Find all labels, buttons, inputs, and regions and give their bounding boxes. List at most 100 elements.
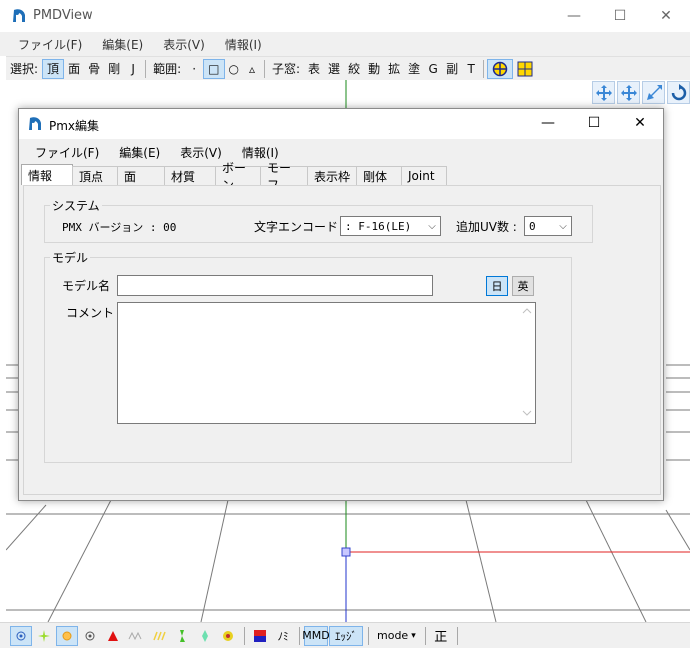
wave-icon[interactable]	[125, 626, 147, 646]
pmdview-app-icon	[13, 9, 25, 22]
child-filter-button[interactable]: 絞	[344, 59, 364, 79]
dialog-maximize-button[interactable]: ☐	[571, 108, 617, 138]
nami-toggle[interactable]: ﾉﾐ	[272, 626, 294, 646]
range-point-button[interactable]: ·	[185, 59, 203, 79]
ring-icon[interactable]	[79, 626, 101, 646]
tab-info[interactable]: 情報	[21, 164, 73, 185]
app-title: PMDView	[33, 8, 93, 23]
child-t-button[interactable]: T	[462, 59, 480, 79]
child-g-button[interactable]: G	[424, 59, 442, 79]
child-move-button[interactable]: 動	[364, 59, 384, 79]
zoom-arrow-icon[interactable]	[642, 81, 665, 104]
sun-icon[interactable]	[56, 625, 78, 646]
dialog-menu-file[interactable]: ファイル(F)	[25, 144, 109, 161]
tab-vertex[interactable]: 頂点	[72, 166, 118, 185]
mode-dropdown[interactable]: mode ▾	[373, 626, 420, 646]
lang-japanese-button[interactable]: 日	[486, 276, 508, 296]
target-icon[interactable]	[487, 58, 514, 79]
pmx-edit-dialog: Pmx編集 — ☐ ✕ ファイル(F) 編集(E) 表示(V) 情報(I) 情報…	[18, 108, 664, 501]
range-label: 範囲:	[153, 62, 182, 76]
menu-view[interactable]: 表示(V)	[153, 36, 215, 53]
edge-toggle[interactable]: ｴｯｼﾞ	[329, 625, 363, 646]
color-square-icon[interactable]	[249, 626, 271, 646]
dialog-minimize-button[interactable]: —	[525, 108, 571, 138]
menu-file[interactable]: ファイル(F)	[8, 36, 92, 53]
select-rigid-button[interactable]: 剛	[104, 59, 124, 79]
select-face-button[interactable]: 面	[64, 59, 84, 79]
model-name-input[interactable]	[117, 275, 433, 296]
tab-face[interactable]: 面	[117, 166, 165, 185]
toolbar-separator	[145, 59, 147, 78]
dialog-title-bar: Pmx編集 — ☐ ✕	[19, 109, 663, 139]
select-bone-button[interactable]: 骨	[84, 59, 104, 79]
view-nav-icons	[592, 81, 690, 104]
morph-ball-icon[interactable]	[217, 626, 239, 646]
red-triangle-icon[interactable]	[102, 626, 124, 646]
tab-joint[interactable]: Joint	[401, 166, 447, 185]
front-view-button[interactable]: 正	[430, 626, 452, 646]
system-group-label: システム	[50, 197, 102, 214]
yellow-bars-icon[interactable]	[148, 626, 170, 646]
menu-info[interactable]: 情報(I)	[215, 36, 272, 53]
dialog-close-button[interactable]: ✕	[617, 108, 663, 138]
close-button[interactable]: ✕	[643, 0, 689, 32]
range-triangle-button[interactable]: ▵	[243, 59, 261, 79]
pan-arrows-icon[interactable]	[592, 81, 615, 104]
menu-edit[interactable]: 編集(E)	[92, 36, 153, 53]
lang-english-button[interactable]: 英	[512, 276, 534, 296]
maximize-button[interactable]: ☐	[597, 0, 643, 32]
tab-material[interactable]: 材質	[164, 166, 216, 185]
status-separator	[456, 626, 458, 645]
pmx-version-text: PMX バージョン : 00	[62, 221, 177, 234]
minimize-button[interactable]: —	[551, 0, 597, 32]
teal-shape-icon[interactable]	[194, 626, 216, 646]
encode-label: 文字エンコード	[254, 220, 339, 234]
dialog-tabs: 情報 頂点 面 材質 ボーン モーフ 表示枠 剛体 Joint	[21, 161, 447, 192]
tab-bone[interactable]: ボーン	[215, 161, 261, 192]
child-scale-button[interactable]: 拡	[384, 59, 404, 79]
comment-textarea[interactable]	[117, 302, 536, 424]
select-label: 選択:	[10, 62, 39, 76]
model-name-label: モデル名	[62, 279, 111, 293]
tab-display-frame[interactable]: 表示枠	[307, 166, 357, 185]
encode-select[interactable]: : F-16(LE) ⌵	[340, 216, 441, 236]
select-vertex-button[interactable]: 頂	[42, 58, 65, 79]
rotate-icon[interactable]	[667, 81, 690, 104]
child-sub-button[interactable]: 副	[442, 59, 462, 79]
chevron-down-icon: ⌵	[428, 220, 436, 232]
move-arrows-icon[interactable]	[617, 81, 640, 104]
dialog-menu-view[interactable]: 表示(V)	[170, 144, 232, 161]
main-toolbar: 選択: 頂 面 骨 剛 J 範囲: · □ ○ ▵ 子窓: 表 選 絞 動 拡 …	[6, 56, 690, 80]
green-figure-icon[interactable]	[171, 626, 193, 646]
main-title-bar: PMDView — ☐ ✕	[0, 0, 690, 32]
toolbar-separator	[263, 59, 265, 78]
select-joint-button[interactable]: J	[124, 59, 142, 79]
status-separator	[299, 626, 300, 645]
dialog-menu-edit[interactable]: 編集(E)	[109, 144, 170, 161]
dialog-title: Pmx編集	[49, 119, 100, 133]
pmx-app-icon	[29, 117, 41, 130]
toolbar-separator	[483, 59, 485, 78]
uv-count-select[interactable]: 0 ⌵	[524, 216, 572, 236]
bottom-toolbar: ﾉﾐ MMD ｴｯｼﾞ mode ▾ 正	[0, 622, 690, 648]
child-table-button[interactable]: 表	[304, 59, 324, 79]
comment-label: コメント	[66, 306, 115, 320]
range-circle-button[interactable]: ○	[225, 59, 243, 79]
tab-morph[interactable]: モーフ	[260, 161, 308, 192]
child-select-button[interactable]: 選	[324, 59, 344, 79]
tab-rigid-body[interactable]: 剛体	[356, 166, 402, 185]
chevron-down-icon: ▾	[411, 630, 416, 641]
sparkle-icon[interactable]	[33, 626, 55, 646]
comment-scrollbar[interactable]	[519, 303, 535, 423]
grid-view-icon[interactable]	[513, 59, 537, 79]
dialog-menubar: ファイル(F) 編集(E) 表示(V) 情報(I)	[19, 139, 663, 165]
dialog-menu-info[interactable]: 情報(I)	[232, 144, 289, 161]
range-rect-button[interactable]: □	[203, 58, 225, 79]
child-window-label: 子窓:	[271, 62, 301, 76]
info-tab-panel: システム PMX バージョン : 00 文字エンコード : F-16(LE) ⌵…	[23, 185, 661, 495]
child-paint-button[interactable]: 塗	[404, 59, 424, 79]
mode-label: mode	[377, 629, 409, 642]
uv-count-value: 0	[529, 219, 536, 233]
vertex-dot-icon[interactable]	[10, 625, 32, 646]
mmd-toggle[interactable]: MMD	[302, 625, 330, 646]
